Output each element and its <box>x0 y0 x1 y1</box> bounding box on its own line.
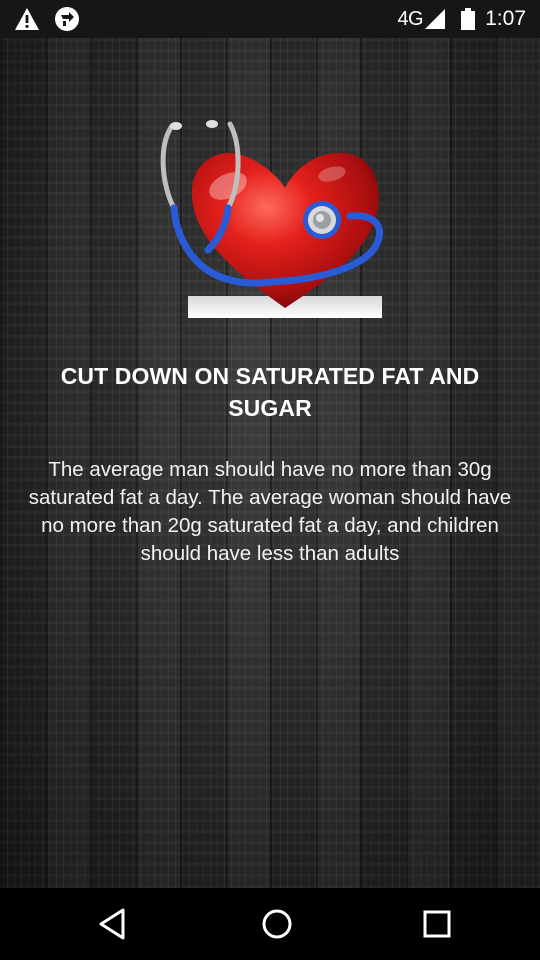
page-title: CUT DOWN ON SATURATED FAT AND SUGAR <box>60 363 480 421</box>
home-icon <box>262 909 292 939</box>
status-bar: 4G 1:07 <box>0 0 540 38</box>
network-type: 4G <box>397 7 424 30</box>
back-icon <box>99 908 125 940</box>
body-text: The average man should have no more than… <box>28 458 512 565</box>
status-left-icons <box>14 6 80 32</box>
signal-icon <box>425 9 446 29</box>
navigation-bar <box>0 888 540 960</box>
status-right-icons: 4G 1:07 <box>397 0 526 38</box>
recents-icon <box>423 910 451 938</box>
home-button[interactable] <box>252 900 302 948</box>
warning-icon <box>15 8 39 30</box>
sync-notification-icon <box>55 7 79 31</box>
recents-button[interactable] <box>412 900 462 948</box>
heart-stethoscope-image <box>160 120 383 318</box>
back-button[interactable] <box>87 900 137 948</box>
clock: 1:07 <box>485 7 526 30</box>
battery-icon <box>461 8 476 30</box>
screen: 4G 1:07 CUT DOWN ON SATURATED FAT AND SU… <box>0 0 540 960</box>
main-content: CUT DOWN ON SATURATED FAT AND SUGAR The … <box>0 38 540 888</box>
